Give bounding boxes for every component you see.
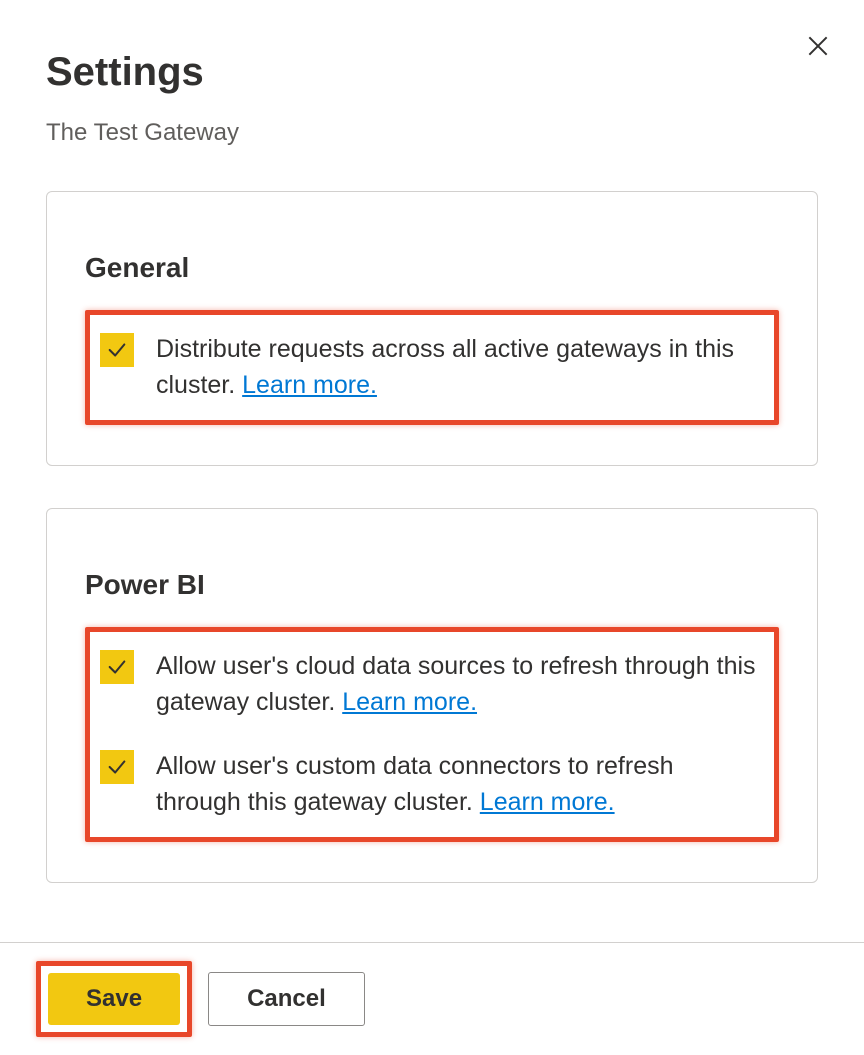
custom-connectors-row: Allow user's custom data connectors to r… — [100, 748, 760, 821]
distribute-requests-row: Distribute requests across all active ga… — [100, 331, 760, 404]
general-card-title: General — [85, 252, 779, 284]
close-button[interactable] — [802, 30, 834, 62]
save-button[interactable]: Save — [48, 973, 180, 1025]
distribute-learn-more-link[interactable]: Learn more. — [242, 371, 377, 399]
cloud-refresh-row: Allow user's cloud data sources to refre… — [100, 648, 760, 721]
footer-bar: Save Cancel — [0, 942, 864, 1055]
check-icon — [106, 339, 128, 361]
general-highlight: Distribute requests across all active ga… — [85, 310, 779, 425]
check-icon — [106, 656, 128, 678]
custom-connectors-label: Allow user's custom data connectors to r… — [156, 748, 760, 821]
powerbi-card-title: Power BI — [85, 569, 779, 601]
distribute-requests-checkbox[interactable] — [100, 333, 134, 367]
custom-connectors-learn-more-link[interactable]: Learn more. — [480, 788, 615, 816]
save-highlight: Save — [36, 961, 192, 1037]
close-icon — [805, 33, 831, 59]
cancel-button[interactable]: Cancel — [208, 972, 365, 1026]
page-title: Settings — [46, 50, 818, 95]
cloud-refresh-label: Allow user's cloud data sources to refre… — [156, 648, 760, 721]
settings-panel: Settings The Test Gateway General Distri… — [0, 0, 864, 883]
distribute-requests-label: Distribute requests across all active ga… — [156, 331, 760, 404]
check-icon — [106, 756, 128, 778]
cloud-refresh-learn-more-link[interactable]: Learn more. — [342, 688, 477, 716]
gateway-name: The Test Gateway — [46, 119, 818, 147]
powerbi-highlight: Allow user's cloud data sources to refre… — [85, 627, 779, 842]
powerbi-card: Power BI Allow user's cloud data sources… — [46, 508, 818, 883]
cloud-refresh-checkbox[interactable] — [100, 650, 134, 684]
general-card: General Distribute requests across all a… — [46, 191, 818, 466]
custom-connectors-checkbox[interactable] — [100, 750, 134, 784]
